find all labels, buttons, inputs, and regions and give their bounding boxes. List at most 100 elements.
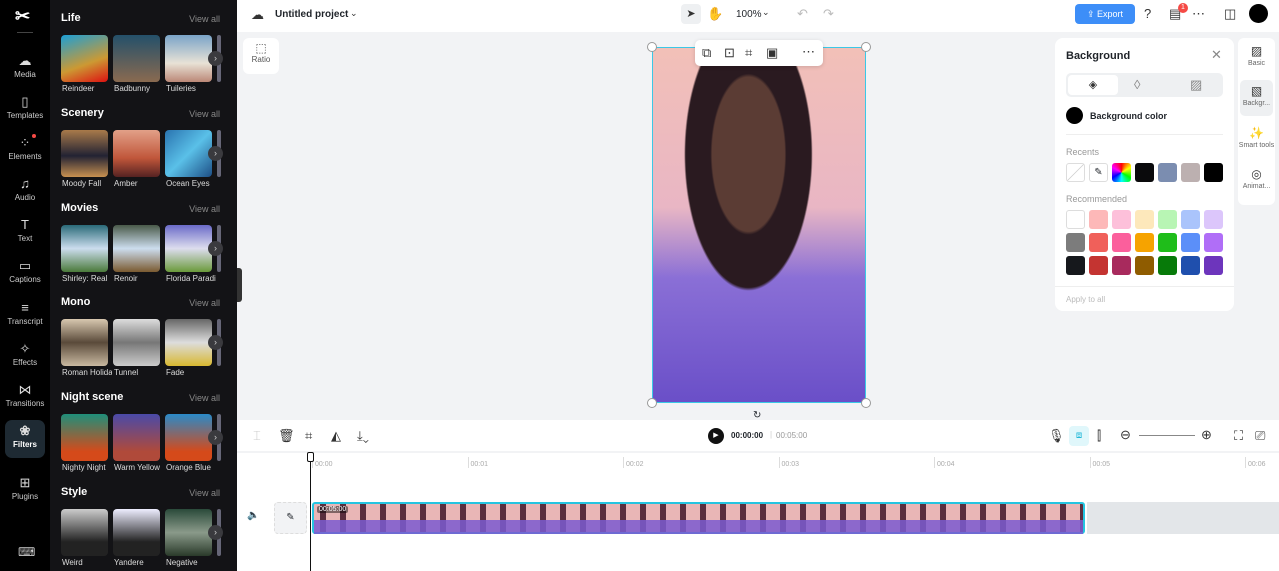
recommended-color-swatch[interactable] xyxy=(1112,233,1131,252)
zoom-out-icon[interactable]: ⊖ xyxy=(1120,427,1131,443)
recommended-color-swatch[interactable] xyxy=(1204,233,1223,252)
split-view-icon[interactable]: ⫿ xyxy=(1097,428,1101,444)
zoom-level[interactable]: 100% xyxy=(736,9,762,20)
microphone-icon[interactable]: 🎙 xyxy=(1048,428,1065,444)
tab-color-fill-icon[interactable]: ◈ xyxy=(1068,75,1118,95)
view-all-link[interactable]: View all xyxy=(189,204,220,214)
filter-thumbnail[interactable] xyxy=(165,35,212,82)
select-tool-icon[interactable]: ➤ xyxy=(681,4,701,24)
filter-thumbnail[interactable] xyxy=(165,224,212,272)
filter-thumbnail[interactable] xyxy=(113,224,160,272)
zoom-slider[interactable] xyxy=(1139,435,1195,436)
filter-thumbnail[interactable] xyxy=(61,129,108,177)
recommended-color-swatch[interactable] xyxy=(1089,233,1108,252)
recommended-color-swatch[interactable] xyxy=(1112,210,1131,229)
recommended-color-swatch[interactable] xyxy=(1089,210,1108,229)
recommended-color-swatch[interactable] xyxy=(1158,210,1177,229)
filter-thumbnail[interactable] xyxy=(61,509,108,556)
chevron-right-icon[interactable]: › xyxy=(208,525,223,540)
filter-thumbnail[interactable] xyxy=(165,129,212,177)
view-all-link[interactable]: View all xyxy=(189,488,220,498)
recommended-color-swatch[interactable] xyxy=(1066,256,1085,275)
avatar[interactable] xyxy=(1249,4,1268,23)
redo-icon[interactable]: ↷ xyxy=(823,6,834,22)
filter-thumbnail[interactable] xyxy=(61,35,108,82)
video-preview[interactable] xyxy=(652,47,866,403)
recommended-color-swatch[interactable] xyxy=(1204,210,1223,229)
layout-icon[interactable]: ◫ xyxy=(1224,6,1236,22)
nav-item-elements[interactable]: ⁘ Elements xyxy=(5,132,45,170)
delete-icon[interactable]: 🗑 xyxy=(278,428,295,444)
playhead-handle[interactable] xyxy=(307,452,314,462)
zoom-in-icon[interactable]: ⊕ xyxy=(1201,427,1212,443)
prop-tab[interactable]: ✨ Smart tools xyxy=(1238,126,1275,149)
recent-color-swatch[interactable] xyxy=(1204,163,1223,182)
filter-thumbnail[interactable] xyxy=(165,319,212,367)
recent-color-swatch[interactable] xyxy=(1181,163,1200,182)
chevron-down-icon[interactable]: ⌄ xyxy=(762,7,770,18)
nav-item-text[interactable]: T Text xyxy=(5,214,45,252)
view-all-link[interactable]: View all xyxy=(189,14,220,24)
view-all-link[interactable]: View all xyxy=(189,109,220,119)
flip-icon[interactable]: ◭ xyxy=(331,428,341,444)
replace-icon[interactable]: ⧉ xyxy=(702,45,711,61)
current-color-swatch[interactable] xyxy=(1066,107,1083,124)
chevron-down-icon[interactable]: ⌄ xyxy=(350,8,358,19)
resize-handle[interactable] xyxy=(861,398,871,408)
resize-handle[interactable] xyxy=(647,398,657,408)
filter-thumbnail[interactable] xyxy=(61,224,108,272)
crop-icon[interactable]: ⌗ xyxy=(305,428,312,444)
nav-item-captions[interactable]: ▭ Captions xyxy=(5,255,45,293)
nav-item-media[interactable]: ☁ Media xyxy=(5,50,45,88)
filter-thumbnail[interactable] xyxy=(113,319,160,367)
edit-cover-button[interactable]: ✎ xyxy=(274,502,307,534)
nav-item-transitions[interactable]: ⋈ Transitions xyxy=(5,379,45,417)
recommended-color-swatch[interactable] xyxy=(1135,233,1154,252)
nav-item-transcript[interactable]: ≡ Transcript xyxy=(5,297,45,335)
tab-pattern-icon[interactable]: ▨ xyxy=(1190,77,1202,93)
help-icon[interactable]: ? xyxy=(1144,6,1151,21)
recommended-color-swatch[interactable] xyxy=(1089,256,1108,275)
auto-snap-icon[interactable]: ⧈ xyxy=(1069,426,1089,446)
prop-tab[interactable]: ◎ Animat... xyxy=(1238,167,1275,190)
volume-icon[interactable]: 🔈 xyxy=(247,510,259,521)
nav-item-effects[interactable]: ✧ Effects xyxy=(5,338,45,376)
recommended-color-swatch[interactable] xyxy=(1112,256,1131,275)
recent-color-swatch[interactable] xyxy=(1158,163,1177,182)
prop-tab[interactable]: ▨ Basic xyxy=(1238,44,1275,67)
eyedropper-icon[interactable]: ✎ xyxy=(1089,163,1108,182)
recommended-color-swatch[interactable] xyxy=(1135,210,1154,229)
chevron-right-icon[interactable]: › xyxy=(208,145,223,161)
split-icon[interactable]: ⌶ xyxy=(253,428,261,444)
mask-icon[interactable]: ▣ xyxy=(766,45,778,61)
recommended-color-swatch[interactable] xyxy=(1181,256,1200,275)
time-ruler[interactable]: 00:00 00:01 00:02 00:03 00:04 00:05 00:06 xyxy=(237,453,1279,469)
nav-item-templates[interactable]: ▯ Templates xyxy=(5,91,45,129)
color-picker-swatch[interactable] xyxy=(1112,163,1131,182)
collapse-panel-handle[interactable] xyxy=(237,268,242,302)
ratio-button[interactable]: ⬚ Ratio xyxy=(243,38,279,74)
crop-icon[interactable]: ⌗ xyxy=(745,45,752,61)
export-button[interactable]: ⇪ Export xyxy=(1075,4,1135,24)
hand-tool-icon[interactable]: ✋ xyxy=(707,6,723,22)
filter-thumbnail[interactable] xyxy=(113,414,160,462)
feedback-icon[interactable]: ⎚ xyxy=(1255,428,1265,444)
prop-tab[interactable]: ▧ Backgr... xyxy=(1240,80,1273,116)
fit-icon[interactable]: ⊡ xyxy=(724,45,735,61)
more-icon[interactable]: ⋯ xyxy=(1192,6,1205,22)
recommended-color-swatch[interactable] xyxy=(1066,210,1085,229)
fullscreen-icon[interactable]: ⛶ xyxy=(1234,428,1243,444)
chevron-right-icon[interactable]: › xyxy=(208,51,223,66)
close-icon[interactable]: ✕ xyxy=(1211,47,1222,63)
more-icon[interactable]: ⋯ xyxy=(802,44,815,60)
nav-item-filters[interactable]: ❀ Filters xyxy=(5,420,45,458)
recommended-color-swatch[interactable] xyxy=(1181,210,1200,229)
playhead[interactable] xyxy=(310,453,311,571)
resize-handle[interactable] xyxy=(861,42,871,52)
download-icon[interactable]: ⤓⌄ xyxy=(357,428,369,444)
recommended-color-swatch[interactable] xyxy=(1181,233,1200,252)
view-all-link[interactable]: View all xyxy=(189,393,220,403)
recommended-color-swatch[interactable] xyxy=(1066,233,1085,252)
recent-color-swatch[interactable] xyxy=(1135,163,1154,182)
no-color-swatch[interactable] xyxy=(1066,163,1085,182)
